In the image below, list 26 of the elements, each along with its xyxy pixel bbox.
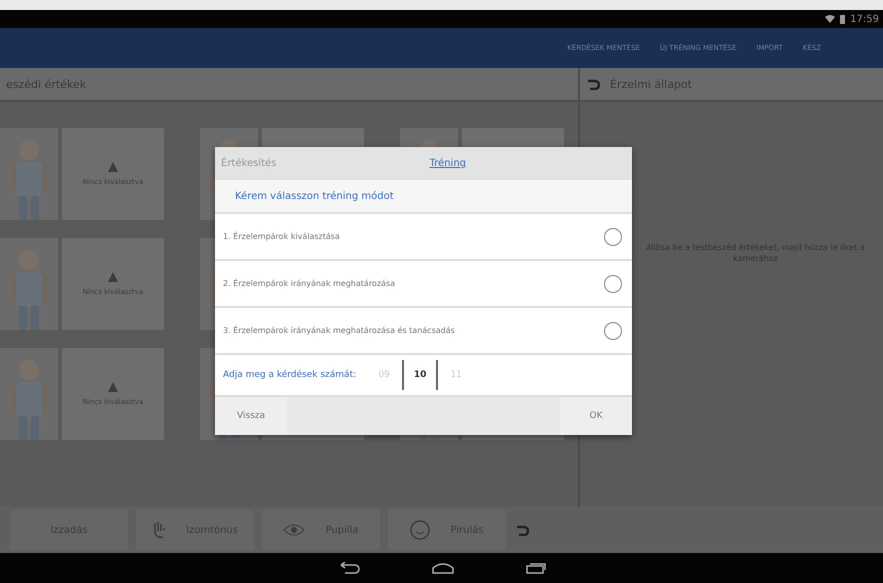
radio-button[interactable] — [604, 228, 622, 246]
dialog-tab[interactable]: Tréning — [424, 147, 472, 180]
eye-icon — [283, 524, 306, 536]
ok-button[interactable]: OK — [560, 397, 632, 435]
dialog-tab[interactable]: Értékesítés — [215, 147, 282, 180]
hand-icon — [152, 521, 166, 539]
option-label: 1. Érzelempárok kiválasztása — [223, 232, 340, 241]
undo-icon[interactable] — [514, 524, 530, 536]
undo-icon[interactable] — [586, 78, 600, 90]
number-picker-value[interactable]: 10 — [402, 360, 438, 390]
option-label: 2. Érzelempárok irányának meghatározása — [223, 279, 395, 288]
clock-time: 17:59 — [850, 14, 879, 24]
back-button[interactable]: Vissza — [215, 397, 287, 435]
count-label: Adja meg a kérdések számát: — [223, 370, 356, 380]
recent-apps-icon[interactable] — [524, 562, 546, 574]
warning-icon — [108, 382, 118, 392]
warning-icon — [108, 272, 118, 282]
battery-icon — [840, 14, 846, 24]
wifi-icon — [825, 15, 836, 23]
warning-icon — [108, 162, 118, 172]
option-label: 3. Érzelempárok irányának meghatározása és tanácsadás — [223, 326, 455, 335]
radio-button[interactable] — [604, 322, 622, 340]
dialog-subtitle: Kérem válasszon tréning módot — [235, 190, 394, 202]
home-icon[interactable] — [430, 562, 454, 574]
radio-button[interactable] — [604, 274, 622, 292]
face-icon — [410, 520, 430, 540]
